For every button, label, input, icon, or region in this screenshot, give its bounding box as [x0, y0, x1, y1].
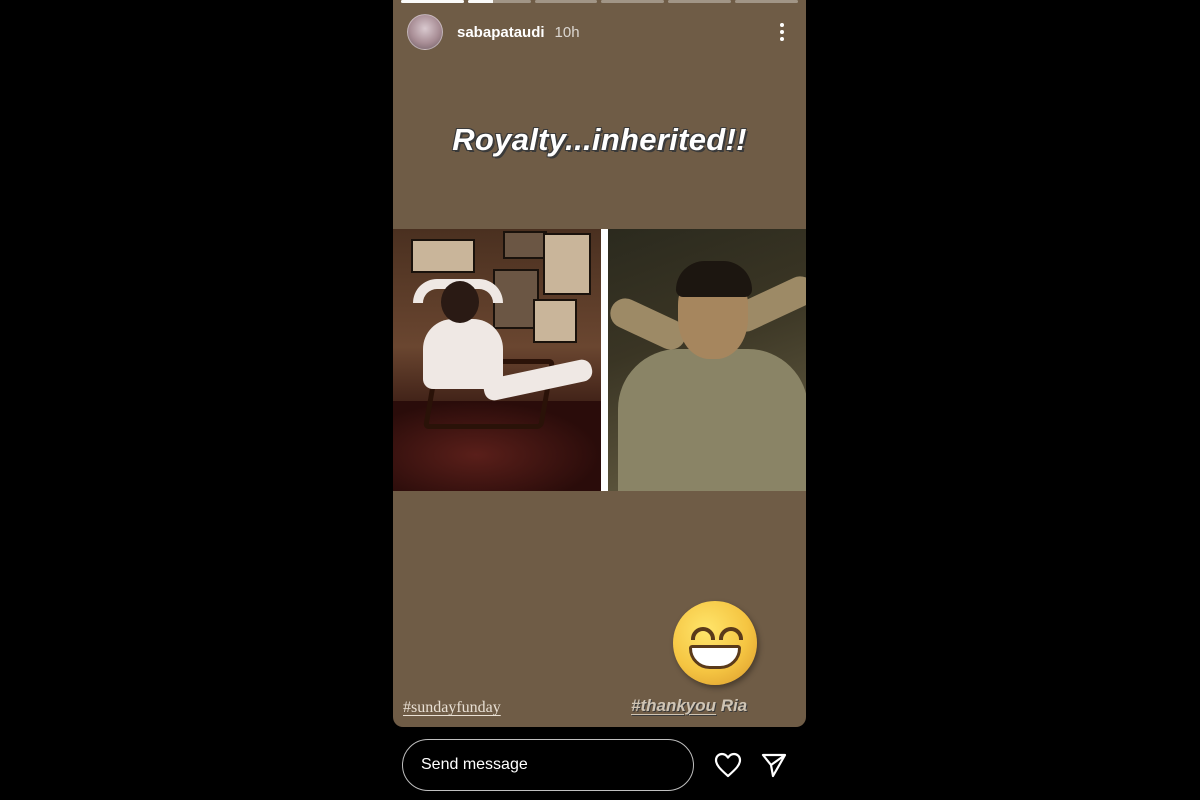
man-hair — [676, 261, 752, 297]
grinning-face-emoji — [673, 601, 757, 685]
progress-segment — [668, 0, 732, 3]
photo-man-relaxing — [608, 229, 806, 491]
hashtag-thankyou-tag[interactable]: #thankyou — [631, 696, 716, 715]
man-body — [618, 349, 806, 491]
send-message-input[interactable]: Send message — [402, 739, 694, 791]
progress-segment — [601, 0, 665, 3]
emoji-mouth — [689, 645, 741, 669]
story-progress-bar — [401, 0, 798, 3]
username[interactable]: sabapataudi — [457, 24, 545, 41]
hashtag-thankyou-name: Ria — [716, 696, 748, 715]
child-head — [441, 281, 479, 323]
progress-segment — [467, 0, 531, 3]
progress-fill — [401, 0, 464, 3]
story-headline: Royalty...inherited!! — [452, 122, 747, 157]
wall-frame — [503, 231, 547, 259]
wall-frame — [411, 239, 475, 273]
wall-frame — [533, 299, 577, 343]
send-icon[interactable] — [756, 747, 792, 783]
story-card[interactable]: sabapataudi 10h Royalty...inherited!! #s… — [393, 0, 806, 727]
post-time: 10h — [554, 23, 580, 41]
progress-fill — [467, 0, 493, 3]
photo-divider — [601, 229, 608, 491]
heart-icon[interactable] — [710, 747, 746, 783]
photo-collage — [393, 229, 806, 491]
photo-child-on-chair — [393, 229, 601, 491]
wall-frame — [543, 233, 591, 295]
reply-bar: Send message — [402, 737, 806, 793]
avatar[interactable] — [407, 14, 443, 50]
hashtag-thankyou[interactable]: #thankyou Ria — [631, 696, 747, 716]
progress-segment — [401, 0, 464, 3]
emoji-eye — [719, 627, 743, 640]
story-header: sabapataudi 10h — [407, 14, 792, 50]
hashtag-sundayfunday[interactable]: #sundayfunday — [403, 699, 501, 717]
emoji-eye — [691, 627, 715, 640]
progress-segment — [735, 0, 798, 3]
progress-segment — [534, 0, 598, 3]
more-vertical-icon[interactable] — [772, 20, 792, 44]
